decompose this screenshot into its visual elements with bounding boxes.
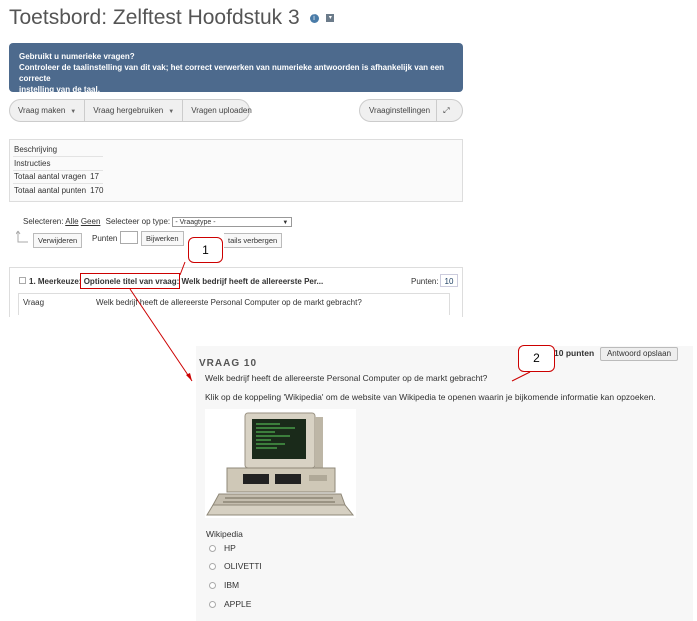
question-label: Vraag	[23, 298, 45, 307]
select-type-label: Selecteer op type:	[105, 217, 171, 227]
select-none-link[interactable]: Geen	[81, 217, 101, 226]
callout-2: 2	[518, 345, 555, 372]
radio-button[interactable]	[209, 582, 216, 590]
optional-title-highlight	[80, 273, 180, 289]
return-arrow-icon	[16, 230, 28, 243]
preview-points: 10 punten	[554, 348, 595, 358]
chevron-down-icon: ▼	[168, 109, 175, 115]
answer-option-ibm[interactable]: IBM	[209, 580, 239, 590]
alert-line-2: Controleer de taalinstelling van dit vak…	[19, 63, 445, 83]
question-text: Welk bedrijf heeft de allereerste Person…	[96, 298, 362, 307]
radio-button[interactable]	[209, 601, 216, 609]
upload-questions-button[interactable]: Vragen uploaden	[183, 100, 260, 121]
points-input[interactable]	[120, 231, 138, 244]
hide-details-button[interactable]: tails verbergen	[224, 233, 283, 248]
instructions-link[interactable]: Instructies	[14, 159, 50, 168]
answer-option-apple[interactable]: APPLE	[209, 599, 251, 609]
preview-question-text: Welk bedrijf heeft de allereerste Person…	[205, 373, 488, 383]
points-label: Punten	[92, 234, 118, 243]
chevron-down-icon: ▼	[70, 109, 77, 115]
radio-button[interactable]	[209, 545, 216, 553]
info-icon[interactable]: i	[309, 13, 319, 23]
answer-option-olivetti[interactable]: OLIVETTI	[209, 561, 262, 571]
page-title: Toetsbord: Zelftest Hoofdstuk 3 i ▾	[9, 6, 335, 30]
reuse-question-button[interactable]: Vraag hergebruiken ▼	[85, 100, 184, 121]
select-all-link[interactable]: Alle	[65, 217, 78, 226]
delete-button[interactable]: Verwijderen	[33, 233, 83, 248]
question-1-points-input[interactable]: 10	[440, 274, 458, 287]
callout-1: 1	[188, 237, 223, 263]
selection-bar: Selecteren: Alle Geen Selecteer op type:…	[23, 217, 293, 227]
alert-heading: Gebruikt u numerieke vragen?	[19, 52, 135, 61]
wikipedia-link[interactable]: Wikipedia	[206, 529, 243, 539]
ibm-pc-icon	[206, 412, 355, 516]
numeric-questions-alert: Gebruikt u numerieke vragen? Controleer …	[9, 43, 463, 94]
total-questions: Totaal aantal vragen 17	[14, 172, 99, 181]
settings-toolbar: Vraaginstellingen ⤢	[359, 99, 463, 122]
total-points: Totaal aantal punten 170	[14, 186, 104, 195]
dropdown-arrow-icon: ▼	[282, 220, 289, 226]
alert-line-3: instelling van de taal.	[19, 85, 100, 94]
page-title-text: Toetsbord: Zelftest Hoofdstuk 3	[9, 6, 300, 29]
create-question-button[interactable]: Vraag maken ▼	[10, 100, 86, 121]
computer-image	[205, 409, 356, 518]
preview-instruction: Klik op de koppeling 'Wikipedia' om de w…	[205, 392, 656, 402]
select-label: Selecteren:	[23, 217, 64, 227]
question-1-points-label: Punten:	[411, 277, 439, 286]
preview-question-heading: VRAAG 10	[199, 358, 258, 369]
question-settings-button[interactable]: Vraaginstellingen	[360, 100, 438, 121]
radio-button[interactable]	[209, 563, 216, 571]
question-1-checkbox[interactable]	[19, 277, 26, 284]
description-link[interactable]: Beschrijving	[14, 145, 57, 154]
test-info-box: Beschrijving Instructies Totaal aantal v…	[9, 139, 463, 202]
expand-icon[interactable]: ⤢	[437, 100, 455, 121]
answer-option-hp[interactable]: HP	[209, 543, 236, 553]
menu-icon[interactable]: ▾	[326, 14, 335, 23]
save-answer-button[interactable]: Antwoord opslaan	[600, 347, 678, 361]
question-type-select[interactable]: - Vraagtype - ▼	[172, 217, 293, 227]
question-actions-toolbar: Vraag maken ▼ Vraag hergebruiken ▼ Vragen …	[9, 99, 252, 122]
update-button[interactable]: Bijwerken	[141, 231, 184, 246]
